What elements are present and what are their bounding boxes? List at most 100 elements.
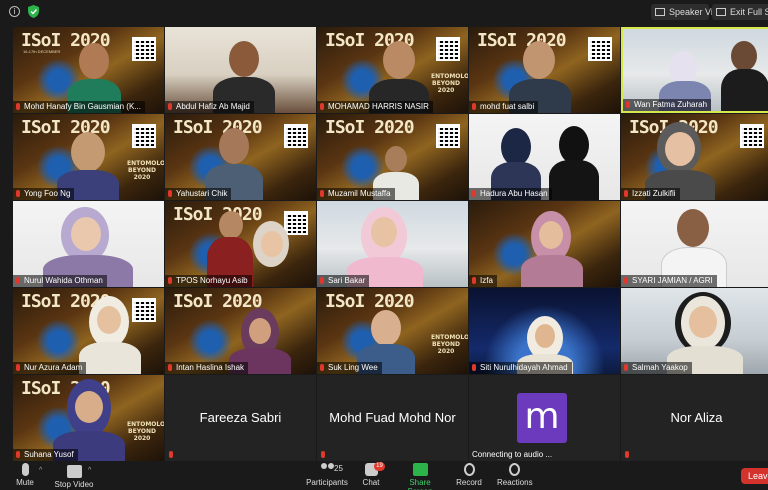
qr-code-icon [132,37,156,61]
record-button[interactable]: Record [456,463,482,487]
gallery-view-grid: ISoI 2020 16-17th DECEMBER Mohd Hanafy B… [13,27,768,461]
meeting-controls-toolbar: Mute ^ Stop Video ^ Participants 25 Chat… [0,461,768,490]
participant-name: Wan Fatma Zuharah [623,99,712,111]
poster-entomology-text: ENTOMOLOGY BEYOND 2020 [431,73,468,94]
qr-code-icon [740,124,764,148]
poster-title: ISoI 2020 [325,117,415,138]
participant-tile[interactable]: ISoI 2020 Yahustari Chik [165,114,316,200]
muted-mic-icon [472,190,476,197]
video-camera-icon [66,465,82,478]
participant-tile[interactable]: Izfa [469,201,620,287]
participant-name: Hadura Abu Hasan [469,188,552,200]
qr-code-icon [284,211,308,235]
participant-tile[interactable]: ISoI 2020 16-17th DECEMBER Mohd Hanafy B… [13,27,164,113]
leave-button[interactable]: Leave [741,468,768,484]
participant-tile[interactable]: Sari Bakar [317,201,468,287]
participant-tile[interactable]: SYARI JAMIAN / AGRI [621,201,768,287]
muted-mic-icon [16,103,20,110]
participant-name: Izfa [469,275,497,287]
participant-name: Salmah Yaakop [621,362,692,374]
record-label: Record [456,478,482,487]
participant-tile[interactable]: Nurul Wahida Othman [13,201,164,287]
participant-name: Suk Ling Wee [317,362,382,374]
poster-entomology-text: ENTOMOLOGY BEYOND 2020 [431,334,468,355]
muted-mic-icon [320,364,324,371]
participant-name: Mohd Hanafy Bin Gausmian (K... [13,101,145,113]
participant-tile[interactable]: ISoI 2020 Izzati Zulkifli [621,114,768,200]
exit-full-screen-button[interactable]: Exit Full Screen [712,4,768,20]
meeting-top-bar: i Speaker View Exit Full Screen [0,0,768,24]
participant-tile-active-speaker[interactable]: Wan Fatma Zuharah [621,27,768,113]
muted-mic-icon [626,101,630,108]
reactions-button[interactable]: Reactions [497,463,533,487]
participant-tile[interactable]: Salmah Yaakop [621,288,768,374]
shield-check-icon[interactable] [28,5,39,18]
qr-code-icon [436,124,460,148]
participant-name-placeholder: Mohd Fuad Mohd Nor [329,410,456,425]
poster-subtitle: 16-17th DECEMBER [23,49,61,54]
speaker-view-button[interactable]: Speaker View [651,4,724,20]
muted-mic-icon [16,277,20,284]
participant-tile[interactable]: ISoI 2020 ENTOMOLOGY BEYOND 2020 Yong Fo… [13,114,164,200]
qr-code-icon [436,37,460,61]
participant-status: Connecting to audio ... [472,450,553,459]
participant-tile[interactable]: Mohd Fuad Mohd Nor [317,375,468,461]
mute-options-chevron-icon[interactable]: ^ [39,467,42,474]
muted-mic-icon [624,190,628,197]
participant-tile[interactable]: ISoI 2020 Intan Haslina Ishak [165,288,316,374]
exit-full-screen-icon [716,8,726,16]
participant-tile[interactable]: ISoI 2020 TPOS Norhayu Asib [165,201,316,287]
participant-name: SYARI JAMIAN / AGRI [621,275,717,287]
reactions-icon [508,463,520,476]
muted-mic-icon [625,451,629,458]
participant-name-placeholder: Fareeza Sabri [199,410,282,425]
poster-title: ISoI 2020 [173,291,263,312]
muted-mic-icon [472,277,476,284]
mute-button[interactable]: Mute [14,463,36,487]
participant-tile[interactable]: Nor Aliza [621,375,768,461]
chat-label: Chat [362,478,380,487]
participant-name: Yong Foo Ng [13,188,75,200]
muted-mic-icon [624,364,628,371]
chat-unread-badge: 19 [374,462,385,471]
speaker-view-icon [655,8,665,16]
stop-video-label: Stop Video [54,480,94,489]
share-screen-icon [412,463,428,476]
participant-tile[interactable]: m Connecting to audio ... [469,375,620,461]
muted-mic-icon [321,451,325,458]
participant-name: Muzamil Mustaffa [317,188,395,200]
participant-tile[interactable]: ISoI 2020 ENTOMOLOGY BEYOND 2020 MOHAMAD… [317,27,468,113]
participant-tile[interactable]: Fareeza Sabri [165,375,316,461]
reactions-label: Reactions [497,478,533,487]
participant-tile[interactable]: ISoI 2020 ENTOMOLOGY BEYOND 2020 Suk Lin… [317,288,468,374]
poster-title: ISoI 2020 [173,117,263,138]
participant-tile[interactable]: ISoI 2020 mohd fuat salbi [469,27,620,113]
muted-mic-icon [472,103,476,110]
participant-tile[interactable]: Siti Nurulhidayah Ahmad [469,288,620,374]
participant-tile[interactable]: ISoI 2020 ENTOMOLOGY BEYOND 2020 Suhana … [13,375,164,461]
poster-entomology-text: ENTOMOLOGY BEYOND 2020 [127,421,164,442]
muted-mic-icon [320,103,324,110]
muted-mic-icon [16,451,20,458]
participant-tile[interactable]: Abdul Hafiz Ab Majid [165,27,316,113]
avatar: m [517,393,567,443]
microphone-icon [21,463,29,476]
muted-mic-icon [168,103,172,110]
share-screen-button[interactable]: Share Screen [398,463,442,490]
participant-name: Yahustari Chik [165,188,232,200]
muted-mic-icon [16,190,20,197]
participant-tile[interactable]: ISoI 2020 Nur Azura Adam [13,288,164,374]
muted-mic-icon [320,277,324,284]
participant-tile[interactable]: ISoI 2020 Muzamil Mustaffa [317,114,468,200]
info-icon[interactable]: i [9,6,20,17]
participants-icon [320,463,335,476]
mute-label: Mute [16,478,34,487]
participant-name: Nurul Wahida Othman [13,275,107,287]
participants-label: Participants [306,478,348,487]
video-options-chevron-icon[interactable]: ^ [88,467,91,474]
participant-name: MOHAMAD HARRIS NASIR [317,101,433,113]
record-icon [463,463,475,476]
participant-tile[interactable]: Hadura Abu Hasan [469,114,620,200]
muted-mic-icon [320,190,324,197]
muted-mic-icon [168,364,172,371]
